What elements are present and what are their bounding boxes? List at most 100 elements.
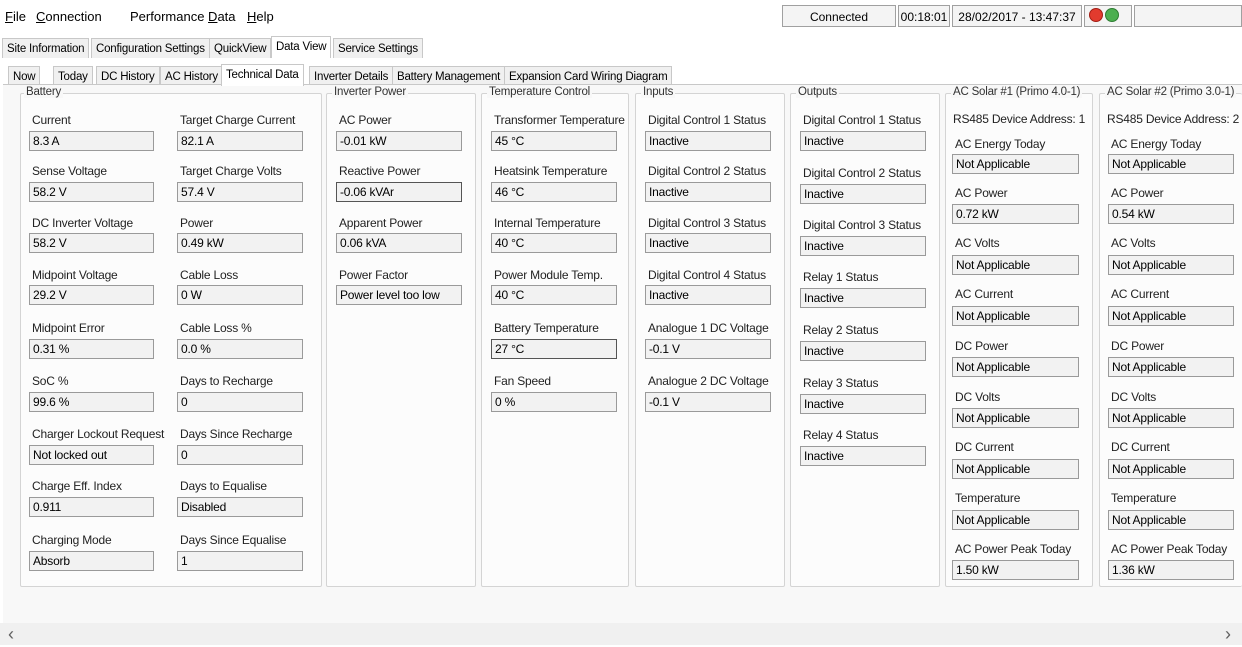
relay-2-field[interactable]: Inactive [800,341,926,361]
horizontal-scrollbar[interactable]: ‹ › [0,623,1242,645]
solar2-ac-current-field[interactable]: Not Applicable [1108,306,1234,326]
cable-loss-field[interactable]: 0 W [177,285,303,305]
solar1-dc-power-field[interactable]: Not Applicable [952,357,1079,377]
solar2-temperature-field[interactable]: Not Applicable [1108,510,1234,530]
midpoint-voltage-field[interactable]: 29.2 V [29,285,154,305]
heatsink-temperature-field[interactable]: 46 °C [491,182,617,202]
relay-4-field[interactable]: Inactive [800,446,926,466]
top-tab-row: Site Information Configuration Settings … [0,36,1242,58]
tab-battery-management[interactable]: Battery Management [392,66,506,86]
target-charge-volts-field[interactable]: 57.4 V [177,182,303,202]
solar1-dc-current-field[interactable]: Not Applicable [952,459,1079,479]
tab-ac-history[interactable]: AC History [160,66,223,86]
solar1-ac-energy-field[interactable]: Not Applicable [952,154,1079,174]
input-digital-4-field[interactable]: Inactive [645,285,771,305]
menu-help[interactable]: Help [247,9,274,24]
battery-power-label: Power [180,216,214,230]
solar1-ac-current-field[interactable]: Not Applicable [952,306,1079,326]
input-digital-2-field[interactable]: Inactive [645,182,771,202]
tab-quickview[interactable]: QuickView [209,38,272,58]
scroll-left-icon[interactable]: ‹ [8,624,14,645]
inverter-power-group-title: Inverter Power [332,86,408,98]
midpoint-error-field[interactable]: 0.31 % [29,339,154,359]
tab-inverter-details[interactable]: Inverter Details [309,66,394,86]
temperature-control-group-title: Temperature Control [487,86,593,98]
tab-data-view[interactable]: Data View [271,36,332,58]
output-digital-2-field[interactable]: Inactive [800,184,926,204]
target-charge-volts-label: Target Charge Volts [180,164,282,178]
power-factor-field[interactable]: Power level too low [336,285,462,305]
tab-service-settings[interactable]: Service Settings [333,38,423,58]
charge-eff-index-field[interactable]: 0.911 [29,497,154,517]
battery-current-field[interactable]: 8.3 A [29,131,154,151]
solar1-dc-volts-field[interactable]: Not Applicable [952,408,1079,428]
solar1-ac-power-peak-field[interactable]: 1.50 kW [952,560,1079,580]
connection-status: Connected [782,5,896,27]
ac-solar-1-address: RS485 Device Address: 1 [953,112,1086,126]
output-digital-1-field[interactable]: Inactive [800,131,926,151]
apparent-power-field[interactable]: 0.06 kVA [336,233,462,253]
error-status-icon [1089,8,1103,22]
battery-temperature-field[interactable]: 27 °C [491,339,617,359]
solar1-temperature-field[interactable]: Not Applicable [952,510,1079,530]
internal-temperature-field[interactable]: 40 °C [491,233,617,253]
dc-inverter-voltage-field[interactable]: 58.2 V [29,233,154,253]
days-to-equalise-field[interactable]: Disabled [177,497,303,517]
days-to-recharge-field[interactable]: 0 [177,392,303,412]
cable-loss-percent-field[interactable]: 0.0 % [177,339,303,359]
days-since-equalise-field[interactable]: 1 [177,551,303,571]
solar1-dc-current-label: DC Current [955,440,1014,454]
analogue-1-field[interactable]: -0.1 V [645,339,771,359]
menu-performance-data[interactable]: Performance Data [130,9,236,24]
menu-connection[interactable]: Connection [36,9,102,24]
tab-today[interactable]: Today [53,66,93,86]
solar2-dc-volts-field[interactable]: Not Applicable [1108,408,1234,428]
input-digital-3-field[interactable]: Inactive [645,233,771,253]
ac-power-field[interactable]: -0.01 kW [336,131,462,151]
solar2-dc-power-field[interactable]: Not Applicable [1108,357,1234,377]
solar1-ac-volts-field[interactable]: Not Applicable [952,255,1079,275]
ac-power-label: AC Power [339,113,392,127]
tab-dc-history[interactable]: DC History [96,66,160,86]
outputs-group-title: Outputs [796,86,839,98]
days-since-equalise-label: Days Since Equalise [180,533,287,547]
solar2-dc-current-label: DC Current [1111,440,1170,454]
menu-file[interactable]: File [5,9,26,24]
battery-current-label: Current [32,113,71,127]
tab-configuration-settings[interactable]: Configuration Settings [91,38,210,58]
solar2-ac-power-peak-field[interactable]: 1.36 kW [1108,560,1234,580]
solar2-ac-volts-field[interactable]: Not Applicable [1108,255,1234,275]
fan-speed-field[interactable]: 0 % [491,392,617,412]
transformer-temperature-field[interactable]: 45 °C [491,131,617,151]
relay-3-field[interactable]: Inactive [800,394,926,414]
tab-now[interactable]: Now [8,66,41,86]
solar1-ac-energy-label: AC Energy Today [955,137,1046,151]
tab-site-information[interactable]: Site Information [2,38,90,58]
input-digital-1-field[interactable]: Inactive [645,131,771,151]
tab-expansion-card-wiring[interactable]: Expansion Card Wiring Diagram [504,66,673,86]
days-since-recharge-field[interactable]: 0 [177,445,303,465]
analogue-2-field[interactable]: -0.1 V [645,392,771,412]
tab-technical-data[interactable]: Technical Data [221,64,304,86]
ac-solar-2-title: AC Solar #2 (Primo 3.0-1) [1105,86,1237,98]
target-charge-current-field[interactable]: 82.1 A [177,131,303,151]
solar1-ac-power-field[interactable]: 0.72 kW [952,204,1079,224]
battery-temperature-label: Battery Temperature [494,321,599,335]
sense-voltage-field[interactable]: 58.2 V [29,182,154,202]
solar2-ac-power-field[interactable]: 0.54 kW [1108,204,1234,224]
soc-field[interactable]: 99.6 % [29,392,154,412]
scroll-right-icon[interactable]: › [1225,624,1231,645]
output-digital-3-field[interactable]: Inactive [800,236,926,256]
power-module-temp-field[interactable]: 40 °C [491,285,617,305]
solar1-ac-current-label: AC Current [955,287,1014,301]
charger-lockout-field[interactable]: Not locked out [29,445,154,465]
solar2-ac-current-label: AC Current [1111,287,1170,301]
battery-power-field[interactable]: 0.49 kW [177,233,303,253]
solar2-dc-current-field[interactable]: Not Applicable [1108,459,1234,479]
solar2-ac-energy-field[interactable]: Not Applicable [1108,154,1234,174]
relay-1-field[interactable]: Inactive [800,288,926,308]
solar2-ac-power-peak-label: AC Power Peak Today [1111,542,1228,556]
reactive-power-field[interactable]: -0.06 kVAr [336,182,462,202]
charging-mode-field[interactable]: Absorb [29,551,154,571]
input-digital-3-label: Digital Control 3 Status [648,216,766,230]
